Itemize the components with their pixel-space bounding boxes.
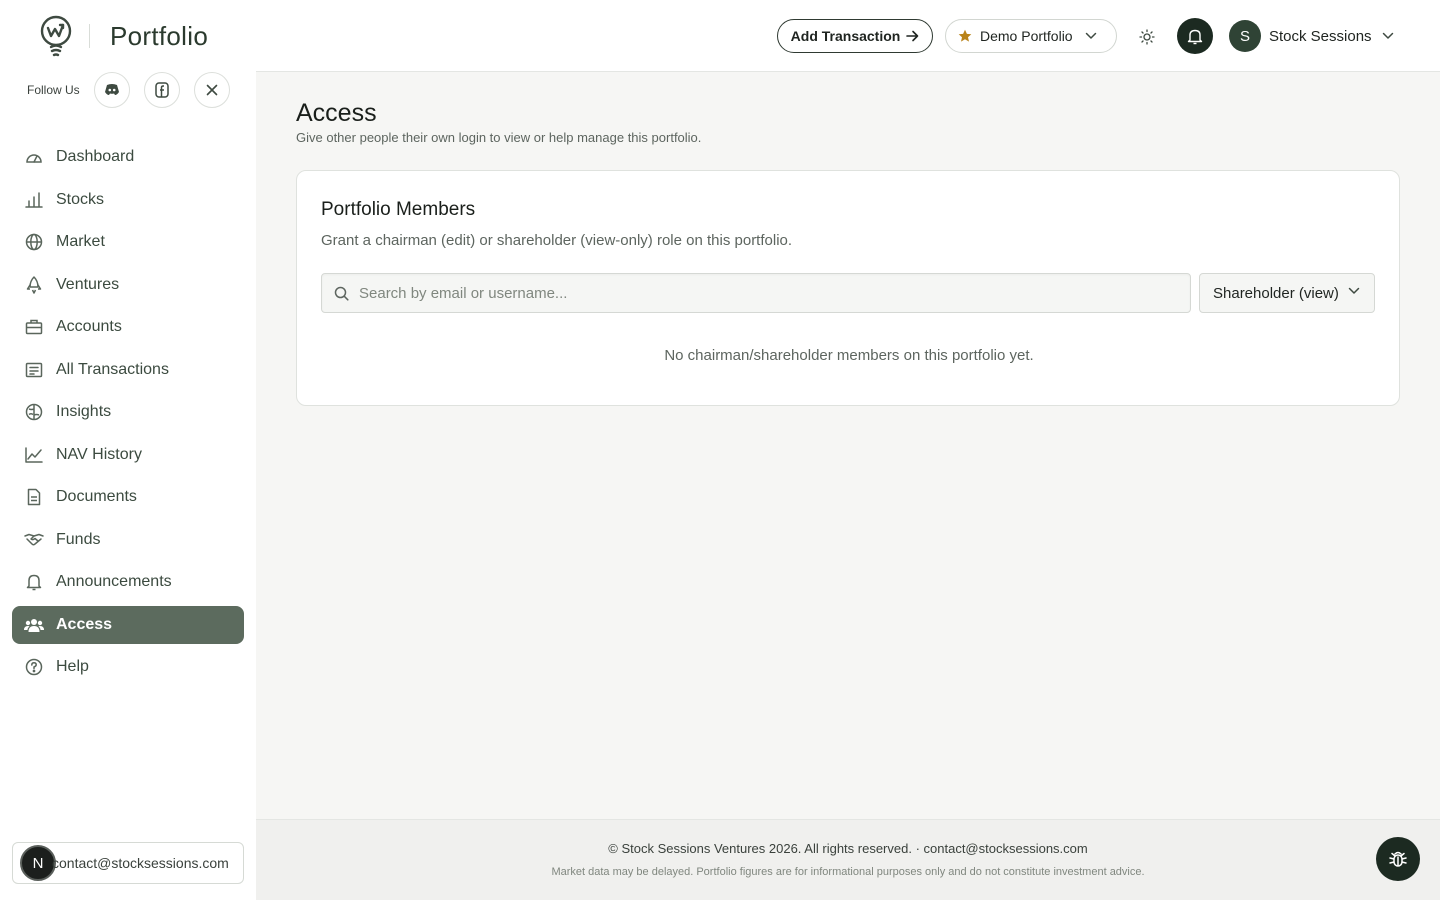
sidebar-item-help[interactable]: Help	[12, 648, 244, 686]
user-email: contact@stocksessions.com	[52, 855, 229, 871]
user-account-chip[interactable]: N contact@stocksessions.com	[12, 842, 244, 884]
sidebar-item-all-transactions[interactable]: All Transactions	[12, 351, 244, 389]
sidebar-item-label: Access	[56, 615, 113, 633]
gauge-icon	[24, 147, 44, 167]
role-selected-value: Shareholder (view)	[1213, 284, 1339, 302]
sidebar-item-label: Help	[56, 658, 89, 675]
receipt-icon	[24, 360, 44, 380]
portfolio-name: Demo Portfolio	[980, 28, 1073, 44]
sidebar-item-label: Documents	[56, 488, 137, 505]
users-icon	[24, 615, 44, 635]
rocket-icon	[24, 275, 44, 295]
sun-icon	[1139, 29, 1155, 45]
brand-divider	[89, 24, 90, 48]
avatar: S	[1229, 20, 1261, 52]
help-icon	[24, 657, 44, 677]
notifications-button[interactable]	[1177, 18, 1213, 54]
portfolio-members-card: Portfolio Members Grant a chairman (edit…	[296, 170, 1400, 406]
sidebar-item-market[interactable]: Market	[12, 223, 244, 261]
empty-state-message: No chairman/shareholder members on this …	[664, 347, 1034, 364]
brand-logo-icon	[38, 14, 74, 58]
discord-button[interactable]	[93, 72, 130, 108]
sidebar: Portfolio Follow Us Dashboard Stocks Mar…	[0, 0, 256, 900]
chevron-down-icon	[1348, 287, 1360, 295]
facebook-icon	[154, 82, 169, 98]
sidebar-item-label: Ventures	[56, 275, 120, 293]
document-icon	[24, 487, 44, 507]
x-icon	[206, 84, 218, 96]
sidebar-item-label: Stocks	[56, 190, 105, 208]
globe-icon	[24, 232, 44, 252]
sidebar-item-nav-history[interactable]: NAV History	[12, 436, 244, 474]
sidebar-item-label: NAV History	[56, 445, 142, 463]
profile-menu[interactable]: S Stock Sessions	[1229, 20, 1394, 52]
sidebar-item-label: Dashboard	[56, 148, 135, 165]
footer: © Stock Sessions Ventures 2026. All righ…	[256, 819, 1440, 900]
handshake-icon	[24, 530, 44, 550]
sidebar-item-accounts[interactable]: Accounts	[12, 308, 244, 346]
chevron-down-icon	[1382, 32, 1394, 40]
portfolio-selector[interactable]: Demo Portfolio	[945, 19, 1117, 53]
card-title: Portfolio Members	[321, 199, 476, 220]
top-header: Add Transaction Demo Portfolio S Stock S…	[256, 0, 1440, 72]
avatar: N	[20, 845, 56, 881]
sidebar-item-label: Insights	[56, 403, 112, 420]
facebook-button[interactable]	[143, 72, 180, 108]
sidebar-item-label: Market	[56, 233, 105, 250]
sidebar-item-insights[interactable]: Insights	[12, 393, 244, 431]
brand-title: Portfolio	[110, 20, 209, 51]
member-search[interactable]	[321, 273, 1191, 313]
bell-icon	[24, 572, 44, 592]
sidebar-item-label: Announcements	[56, 573, 172, 590]
sidebar-item-stocks[interactable]: Stocks	[12, 181, 244, 219]
profile-name: Stock Sessions	[1269, 27, 1372, 45]
bell-icon	[1187, 28, 1203, 45]
x-button[interactable]	[193, 72, 230, 108]
main-content: Access Give other people their own login…	[256, 72, 1440, 819]
bug-report-button[interactable]	[1376, 837, 1420, 881]
sidebar-nav: Dashboard Stocks Market Ventures Account…	[12, 138, 244, 691]
card-description: Grant a chairman (edit) or shareholder (…	[321, 232, 793, 249]
search-icon	[334, 286, 349, 301]
briefcase-icon	[24, 317, 44, 337]
follow-us: Follow Us	[27, 72, 244, 108]
follow-label: Follow Us	[27, 83, 80, 97]
bar-chart-icon	[24, 190, 44, 210]
sidebar-item-label: Funds	[56, 530, 101, 548]
brand[interactable]: Portfolio	[38, 14, 208, 58]
brain-icon	[24, 402, 44, 422]
sidebar-item-label: All Transactions	[56, 360, 169, 378]
star-icon	[958, 29, 972, 43]
page-subtitle: Give other people their own login to vie…	[296, 130, 702, 145]
sidebar-item-access[interactable]: Access	[12, 605, 244, 644]
sidebar-item-ventures[interactable]: Ventures	[12, 266, 244, 304]
search-input[interactable]	[359, 284, 1159, 302]
discord-icon	[104, 83, 120, 97]
sidebar-item-documents[interactable]: Documents	[12, 478, 244, 516]
chevron-down-icon	[1085, 32, 1097, 40]
page-title: Access	[296, 99, 377, 127]
sidebar-item-label: Accounts	[56, 318, 122, 335]
sidebar-item-announcements[interactable]: Announcements	[12, 563, 244, 601]
add-transaction-button[interactable]: Add Transaction	[777, 19, 933, 53]
footer-disclaimer: Market data may be delayed. Portfolio fi…	[551, 866, 1145, 878]
arrow-right-icon	[906, 30, 919, 42]
footer-copyright: © Stock Sessions Ventures 2026. All righ…	[608, 841, 1088, 856]
sidebar-item-dashboard[interactable]: Dashboard	[12, 138, 244, 176]
role-select[interactable]: Shareholder (view)	[1199, 273, 1375, 313]
theme-toggle-button[interactable]	[1136, 26, 1158, 48]
line-chart-icon	[24, 445, 44, 465]
sidebar-item-funds[interactable]: Funds	[12, 521, 244, 559]
add-transaction-label: Add Transaction	[790, 28, 901, 44]
bug-icon	[1388, 850, 1408, 868]
